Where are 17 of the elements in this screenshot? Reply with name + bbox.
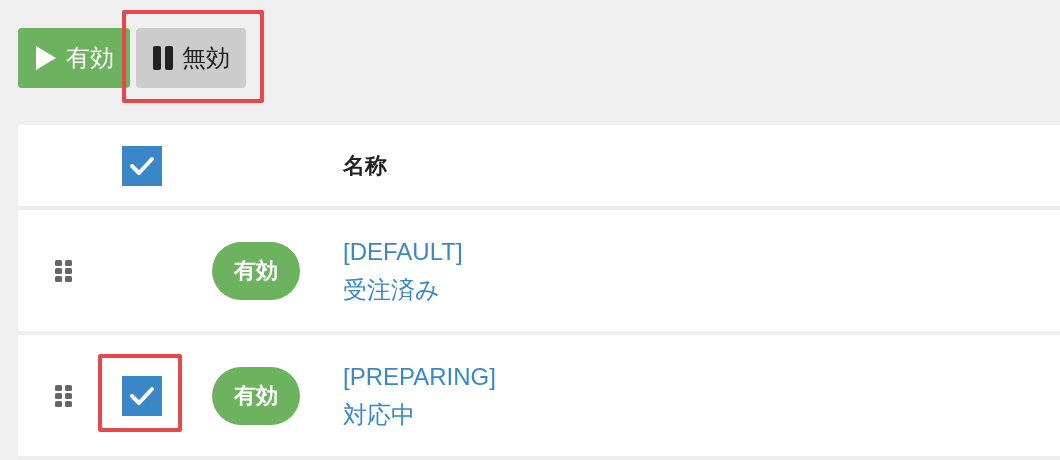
status-badge: 有効 — [212, 366, 300, 425]
status-name-link[interactable]: 受注済み — [343, 275, 463, 304]
play-icon — [34, 44, 58, 72]
disable-button[interactable]: 無効 — [136, 28, 246, 88]
checkbox[interactable] — [122, 375, 162, 416]
drag-handle-icon[interactable] — [55, 384, 73, 407]
pause-icon — [152, 45, 174, 71]
checkbox[interactable] — [122, 145, 162, 186]
enable-button[interactable]: 有効 — [18, 28, 130, 88]
status-badge: 有効 — [212, 241, 300, 300]
status-code-link[interactable]: [DEFAULT] — [343, 237, 463, 266]
column-header: 名称 — [343, 152, 387, 180]
status-name-link[interactable]: 対応中 — [343, 400, 496, 429]
checkmark-icon — [129, 385, 155, 406]
checkmark-icon — [129, 155, 155, 176]
status-code-link[interactable]: [PREPARING] — [343, 362, 496, 391]
drag-handle-icon[interactable] — [55, 259, 73, 282]
